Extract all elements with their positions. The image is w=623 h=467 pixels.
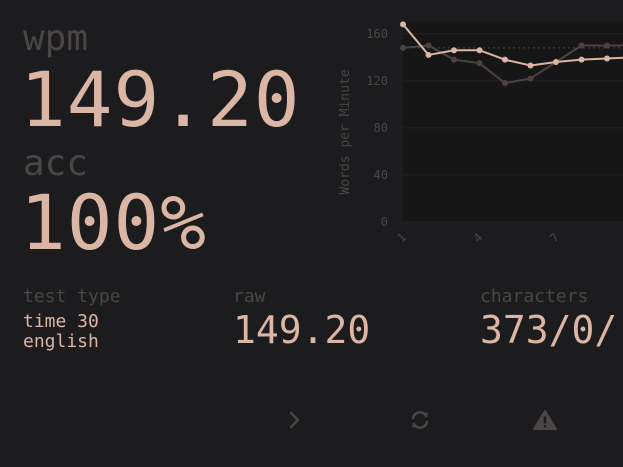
data-point (502, 80, 508, 87)
data-point (400, 21, 406, 28)
report-button[interactable] (530, 405, 560, 435)
characters-value: 373/0/ (480, 308, 618, 352)
x-tick-label: 7 (547, 230, 562, 245)
data-point (476, 47, 483, 54)
y-tick-label: 0 (381, 215, 388, 229)
y-tick-label: 120 (366, 74, 388, 88)
wpm-chart-svg: 0 40 80 120 160 1 4 7 Words per Minute (338, 21, 623, 245)
next-test-button[interactable] (280, 405, 310, 435)
data-point (578, 56, 585, 63)
data-point (527, 75, 534, 82)
data-point (451, 56, 457, 63)
wpm-label: wpm (23, 18, 89, 59)
accuracy-value: 100% (20, 178, 208, 267)
test-type-language: english (23, 331, 99, 352)
data-point (425, 51, 432, 58)
raw-value: 149.20 (233, 308, 371, 352)
data-point (400, 44, 406, 51)
data-point (604, 55, 610, 62)
y-tick-label: 80 (374, 121, 388, 135)
characters-label: characters (480, 286, 589, 307)
wpm-value: 149.20 (20, 55, 301, 144)
warning-icon (533, 410, 557, 430)
plot-area (403, 22, 623, 222)
data-point (502, 56, 508, 63)
data-point (451, 47, 457, 54)
data-point (578, 42, 585, 49)
chevron-right-icon (289, 411, 300, 429)
y-tick-label: 160 (366, 27, 388, 41)
data-point (476, 60, 483, 67)
data-point (553, 59, 559, 65)
data-point (604, 42, 610, 49)
y-tick-label: 40 (374, 168, 388, 182)
data-point (527, 62, 534, 69)
wpm-chart: 0 40 80 120 160 1 4 7 Words per Minute (330, 20, 623, 270)
restart-test-button[interactable] (405, 405, 435, 435)
test-type-mode: time 30 (23, 311, 99, 332)
raw-label: raw (233, 286, 266, 307)
x-tick-label: 1 (394, 230, 409, 245)
x-tick-label: 4 (471, 230, 486, 245)
y-axis-label: Words per Minute (338, 69, 353, 194)
test-type-label: test type (23, 286, 121, 307)
data-point (425, 42, 432, 49)
refresh-icon (411, 411, 429, 429)
